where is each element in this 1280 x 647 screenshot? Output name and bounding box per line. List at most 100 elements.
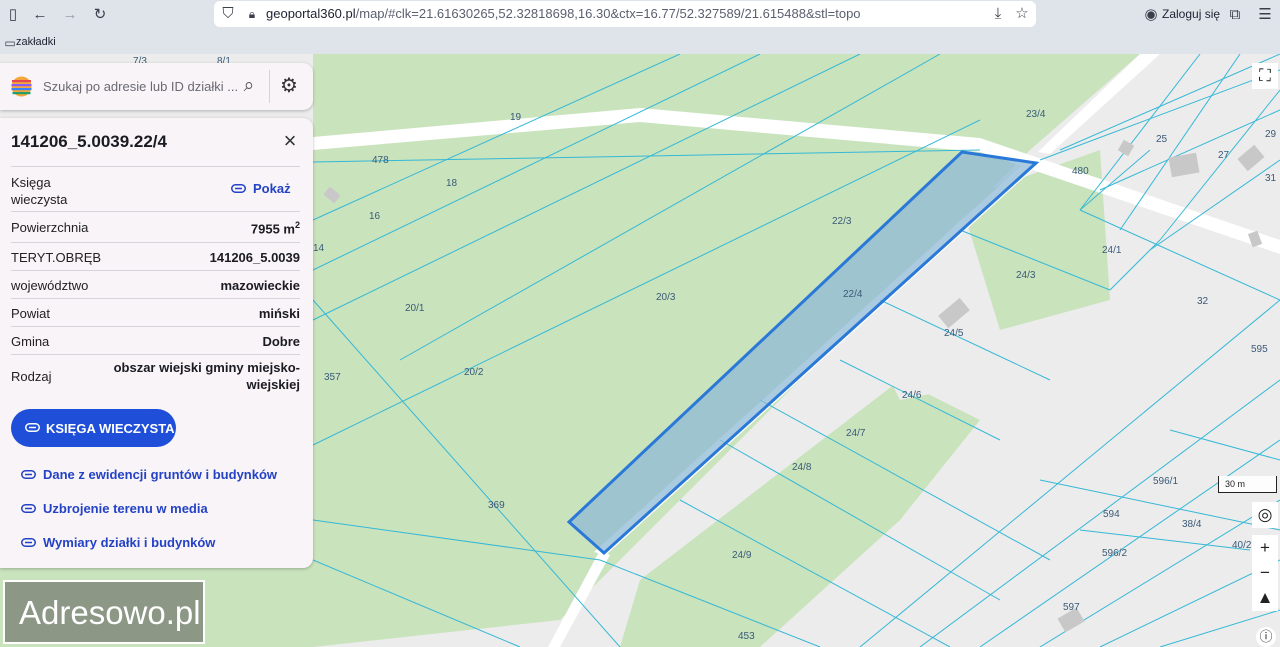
geoportal-logo-icon[interactable] (11, 76, 32, 97)
bookmarks-bar: ▭ zakładki (0, 30, 1280, 54)
parcel-label: 20/1 (405, 303, 425, 314)
teryt-value: 141206_5.0039 (209, 250, 300, 265)
scale-label: 30 m (1225, 479, 1246, 489)
parcel-label: 31 (1265, 173, 1277, 184)
info-button[interactable]: ⓘ (1256, 627, 1276, 647)
url-host: geoportal360.pl (266, 6, 356, 21)
parcel-label: 478 (372, 155, 389, 166)
parcel-label: 594 (1103, 509, 1120, 520)
fullscreen-button[interactable]: ⛶ (1252, 63, 1278, 89)
kw-show-label: Pokaż (253, 181, 291, 196)
browser-toolbar: ▯ ← → ↻ ⛉ 🔒︎ geoportal360.pl/map/#clk=21… (0, 0, 1280, 30)
link-icon (21, 538, 36, 547)
dimensions-link-label: Wymiary działki i budynków (43, 535, 216, 550)
search-icon[interactable]: ⌕ (238, 75, 260, 97)
land-registry-button-label: KSIĘGA WIECZYSTA (46, 421, 175, 436)
sidebar-toggle-icon[interactable]: ▯ (3, 5, 23, 25)
parcel-label: 24/1 (1102, 245, 1122, 256)
parcel-label: 32 (1197, 296, 1209, 307)
parcel-label: 453 (738, 631, 755, 642)
parcel-info-panel: 141206_5.0039.22/4 × Księga wieczysta Po… (0, 118, 313, 568)
parcel-label: 480 (1072, 166, 1089, 177)
parcel-label: 20/2 (464, 367, 484, 378)
parcel-label: 24/8 (792, 462, 812, 473)
lock-icon[interactable]: 🔒︎ (242, 4, 262, 24)
gear-icon[interactable]: ⚙ (278, 75, 300, 97)
parcel-label: 596/2 (1102, 548, 1127, 559)
shield-icon[interactable]: ⛉ (218, 4, 238, 24)
scale-bar: 30 m (1218, 476, 1277, 493)
back-arrow-icon[interactable]: ← (30, 5, 50, 25)
menu-icon[interactable]: ☰ (1255, 5, 1275, 25)
parcel-label: 24/7 (846, 428, 866, 439)
address-bar[interactable]: ⛉ 🔒︎ geoportal360.pl/map/#clk=21.6163026… (214, 1, 1036, 27)
voivodeship-value: mazowieckie (220, 278, 301, 293)
kw-label: Księga wieczysta (11, 175, 68, 207)
parcel-label: 14 (313, 243, 325, 254)
url-path: /map/#clk=21.61630265,52.32818698,16.30&… (355, 6, 861, 21)
extensions-icon[interactable]: ⧉ (1225, 5, 1245, 25)
parcel-label: 22/4 (843, 289, 863, 300)
parcel-label: 24/9 (732, 550, 752, 561)
login-label[interactable]: Zaloguj się (1162, 7, 1220, 21)
parcel-label: 20/3 (656, 292, 676, 303)
search-input[interactable]: Szukaj po adresie lub ID działki ... (43, 79, 238, 94)
watermark: Adresowo.pl (3, 580, 205, 644)
download-icon[interactable]: ⤓ (988, 4, 1008, 24)
area-value: 7955 m2 (251, 220, 300, 236)
parcel-label: 40/2 (1232, 540, 1252, 551)
area-number: 7955 m (250, 221, 295, 237)
parcel-label: 23/4 (1026, 109, 1046, 120)
land-registry-button[interactable]: KSIĘGA WIECZYSTA (11, 409, 176, 447)
parcel-label: 597 (1063, 602, 1080, 613)
county-label: Powiat (11, 306, 51, 321)
star-icon[interactable]: ☆ (1012, 4, 1032, 24)
voivodeship-label: województwo (11, 278, 89, 293)
county-row: Powiat miński (11, 298, 300, 326)
parcel-label: 25 (1156, 134, 1168, 145)
type-value: obszar wiejski gminy miejsko-wiejskiej (113, 360, 300, 392)
voivodeship-row: województwo mazowieckie (11, 270, 300, 298)
county-value: miński (258, 306, 300, 321)
forward-arrow-icon[interactable]: → (60, 5, 80, 25)
parcel-label: 38/4 (1182, 519, 1202, 530)
parcel-label: 19 (510, 112, 522, 123)
parcel-id-title: 141206_5.0039.22/4 (11, 132, 167, 151)
commune-value: Dobre (262, 334, 300, 349)
parcel-label: 596/1 (1153, 476, 1178, 487)
commune-label: Gmina (11, 334, 50, 349)
parcel-label: 16 (369, 211, 381, 222)
parcel-label: 22/3 (832, 216, 852, 227)
parcel-label: 27 (1218, 150, 1230, 161)
parcel-label: 24/3 (1016, 270, 1036, 281)
link-icon (25, 423, 40, 432)
locate-button[interactable]: ◎ (1252, 502, 1278, 528)
parcel-label: 24/5 (944, 328, 964, 339)
link-icon (21, 470, 36, 479)
bookmarks-folder[interactable]: zakładki (16, 36, 56, 48)
zoom-in-button[interactable]: + (1252, 535, 1278, 561)
land-records-link-label: Dane z ewidencji gruntów i budynków (43, 467, 278, 482)
url-text[interactable]: geoportal360.pl/map/#clk=21.61630265,52.… (266, 6, 861, 21)
utilities-link-label: Uzbrojenie terenu w media (43, 501, 208, 516)
divider (269, 70, 270, 103)
teryt-label: TERYT.OBRĘB (11, 250, 102, 265)
commune-row: Gmina Dobre (11, 326, 300, 354)
parcel-label: 24/6 (902, 390, 922, 401)
link-icon (21, 504, 36, 513)
compass-button[interactable]: ▲ (1252, 585, 1278, 611)
close-icon[interactable]: × (279, 130, 301, 152)
reload-icon[interactable]: ↻ (90, 5, 110, 25)
parcel-label: 29 (1265, 129, 1277, 140)
area-unit-exponent: 2 (294, 220, 300, 230)
zoom-out-button[interactable]: − (1252, 560, 1278, 586)
parcel-label: 595 (1251, 344, 1268, 355)
watermark-text: Adresowo.pl (19, 594, 201, 631)
kw-row: Księga wieczysta Pokaż (11, 166, 300, 211)
type-label: Rodzaj (11, 369, 52, 384)
account-icon[interactable]: ◉ (1141, 5, 1161, 25)
parcel-label: 18 (446, 178, 458, 189)
type-row: Rodzaj obszar wiejski gminy miejsko-wiej… (11, 354, 300, 396)
parcel-label: 369 (488, 500, 505, 511)
area-label: Powierzchnia (11, 220, 89, 235)
